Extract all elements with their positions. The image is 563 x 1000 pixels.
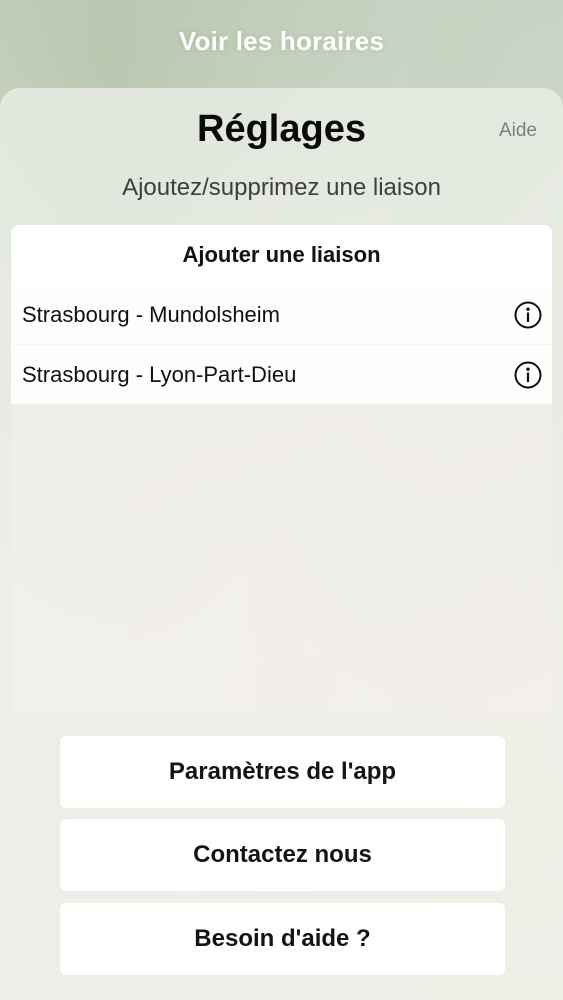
need-help-button[interactable]: Besoin d'aide ? (60, 903, 505, 975)
info-icon[interactable] (514, 301, 542, 329)
add-route-button[interactable]: Ajouter une liaison (11, 225, 552, 285)
contact-us-button[interactable]: Contactez nous (60, 819, 505, 891)
app-settings-button[interactable]: Paramètres de l'app (60, 736, 505, 808)
routes-list: Ajouter une liaison Strasbourg - Mundols… (11, 225, 552, 713)
page-title: Réglages (197, 108, 366, 150)
help-button[interactable]: Aide (499, 120, 537, 142)
view-schedules-link[interactable]: Voir les horaires (0, 26, 563, 57)
info-icon[interactable] (514, 361, 542, 389)
page-subtitle: Ajoutez/supprimez une liaison (122, 174, 441, 201)
route-item[interactable]: Strasbourg - Lyon-Part-Dieu (11, 344, 552, 404)
route-item[interactable]: Strasbourg - Mundolsheim (11, 285, 552, 344)
route-label: Strasbourg - Lyon-Part-Dieu (22, 361, 297, 387)
route-label: Strasbourg - Mundolsheim (22, 301, 281, 327)
